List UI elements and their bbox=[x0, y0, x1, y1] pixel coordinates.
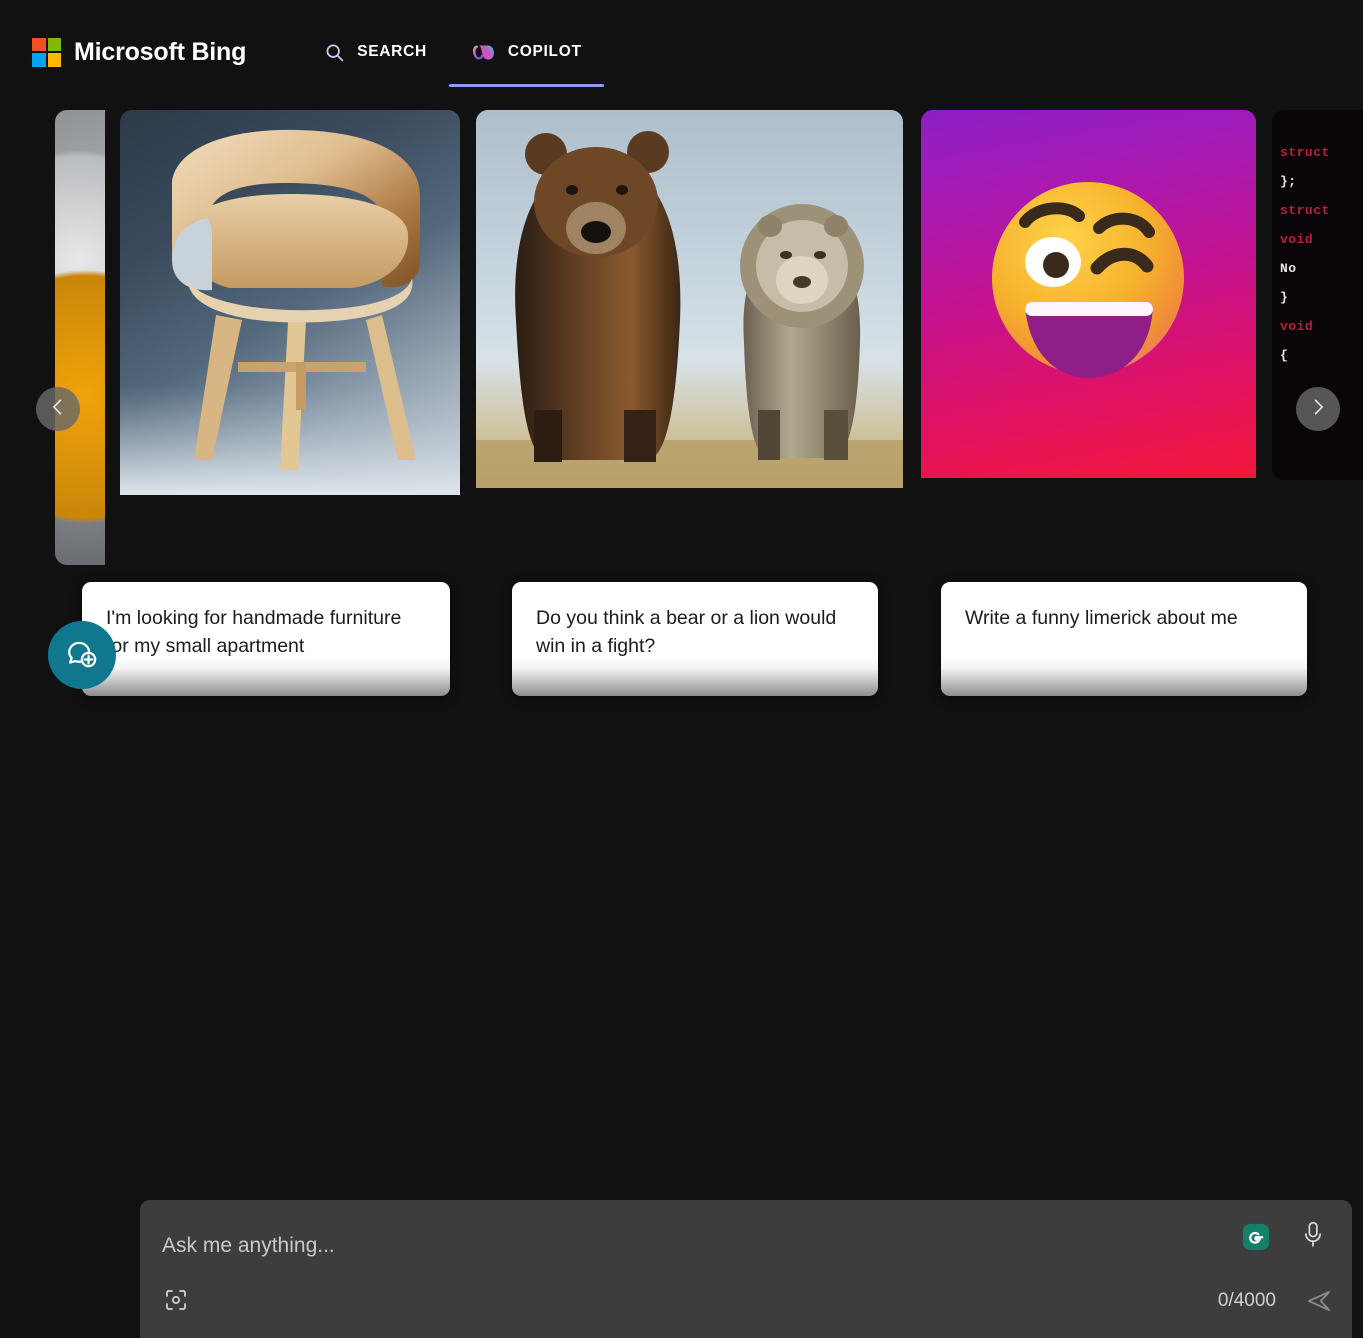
carousel-card-animals[interactable] bbox=[476, 110, 903, 488]
nav-tabs: SEARCH bbox=[302, 0, 603, 104]
winking-face-emoji-icon bbox=[921, 110, 1256, 478]
carousel-card-machine[interactable] bbox=[55, 110, 105, 565]
brand-name-label: Microsoft Bing bbox=[74, 38, 246, 67]
card-image-machine bbox=[55, 110, 105, 565]
code-line: struct bbox=[1280, 196, 1363, 225]
card-image-animals bbox=[476, 110, 903, 488]
code-line: { bbox=[1280, 341, 1363, 370]
code-line: }; bbox=[1280, 167, 1363, 196]
chat-input-container[interactable]: Ask me anything... bbox=[140, 1200, 1352, 1338]
chat-input-placeholder[interactable]: Ask me anything... bbox=[162, 1234, 335, 1258]
code-line: No bbox=[1280, 254, 1363, 283]
tab-search-label: SEARCH bbox=[357, 43, 427, 61]
card-image-emoji bbox=[921, 110, 1256, 478]
microphone-icon bbox=[1300, 1237, 1326, 1254]
tab-copilot[interactable]: COPILOT bbox=[449, 0, 604, 104]
carousel-card-furniture[interactable] bbox=[120, 110, 460, 495]
send-button[interactable] bbox=[1306, 1288, 1332, 1319]
tab-search[interactable]: SEARCH bbox=[302, 0, 449, 104]
composer-bar: Ask me anything... bbox=[0, 588, 1363, 753]
new-chat-button[interactable] bbox=[48, 621, 116, 689]
carousel-prev-button[interactable] bbox=[36, 387, 80, 431]
bing-brand-logo[interactable]: Microsoft Bing bbox=[32, 38, 246, 67]
code-line: struct bbox=[1280, 138, 1363, 167]
grammarly-button[interactable] bbox=[1241, 1222, 1271, 1252]
microsoft-logo-icon bbox=[32, 38, 61, 67]
chair-illustration bbox=[120, 110, 460, 495]
copilot-icon bbox=[471, 40, 496, 65]
bear-lion-illustration bbox=[476, 110, 903, 488]
grammarly-icon bbox=[1241, 1239, 1271, 1256]
code-line: } bbox=[1280, 283, 1363, 312]
code-line: void bbox=[1280, 312, 1363, 341]
chevron-left-icon bbox=[48, 397, 68, 422]
chevron-right-icon bbox=[1308, 397, 1328, 422]
microphone-button[interactable] bbox=[1300, 1220, 1326, 1255]
visual-search-button[interactable] bbox=[164, 1288, 188, 1317]
code-line: void bbox=[1280, 225, 1363, 254]
visual-search-camera-icon bbox=[164, 1299, 188, 1316]
carousel-card-emoji[interactable] bbox=[921, 110, 1256, 478]
search-icon bbox=[324, 42, 345, 63]
suggestion-carousel: struct }; struct void No } void { I'm lo… bbox=[0, 110, 1363, 588]
send-icon bbox=[1306, 1301, 1332, 1318]
carousel-next-button[interactable] bbox=[1296, 387, 1340, 431]
tab-copilot-label: COPILOT bbox=[508, 43, 582, 61]
character-counter: 0/4000 bbox=[1218, 1290, 1276, 1312]
chat-plus-icon bbox=[63, 634, 101, 677]
card-image-chair bbox=[120, 110, 460, 495]
top-navigation-bar: Microsoft Bing SEARCH bbox=[0, 0, 1363, 104]
